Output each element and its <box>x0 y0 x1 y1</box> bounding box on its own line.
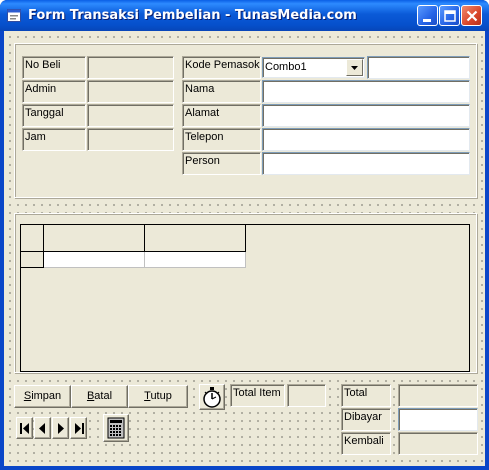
data-control <box>103 414 129 442</box>
nav-next-button[interactable] <box>52 417 69 439</box>
grid-column-header[interactable] <box>44 225 145 252</box>
total-item-label: Total Item <box>230 384 285 407</box>
stopwatch-icon <box>203 387 221 408</box>
telepon-label: Telepon <box>182 128 261 151</box>
minimize-button[interactable] <box>417 5 438 26</box>
admin-label: Admin <box>22 80 86 103</box>
kode-pemasok-label: Kode Pemasok <box>182 56 261 79</box>
total-item-value <box>287 384 326 407</box>
no-beli-label: No Beli <box>22 56 86 79</box>
jam-label: Jam <box>22 128 86 151</box>
kode-pemasok-combo-value: Combo1 <box>265 61 307 73</box>
nama-input[interactable] <box>262 80 470 103</box>
nav-first-button[interactable] <box>16 417 33 439</box>
nama-label: Nama <box>182 80 261 103</box>
grid-column-header[interactable] <box>145 225 246 252</box>
grid-corner-cell <box>21 225 44 252</box>
chevron-down-icon <box>351 66 358 70</box>
person-input[interactable] <box>262 152 470 175</box>
nav-prev-button[interactable] <box>34 417 51 439</box>
calculator-icon <box>107 417 125 439</box>
skip-first-icon <box>20 423 29 434</box>
window-frame-bottom <box>0 466 489 470</box>
close-icon <box>466 10 478 22</box>
title-bar[interactable]: Form Transaksi Pembelian - TunasMedia.co… <box>0 0 489 31</box>
total-value <box>398 384 478 407</box>
admin-value <box>87 80 174 103</box>
tanggal-label: Tanggal <box>22 104 86 127</box>
dibayar-input[interactable] <box>398 408 478 431</box>
minimize-icon <box>423 19 431 22</box>
kembali-label: Kembali <box>341 432 391 455</box>
simpan-button[interactable]: Simpan <box>14 385 71 408</box>
no-beli-value <box>87 56 174 79</box>
next-icon <box>58 423 64 434</box>
maximize-button[interactable] <box>439 5 460 26</box>
window-frame-right <box>485 31 489 470</box>
grid-cell[interactable] <box>145 252 246 268</box>
skip-last-icon <box>75 423 84 434</box>
window-title: Form Transaksi Pembelian - TunasMedia.co… <box>28 8 357 23</box>
kembali-value <box>398 432 478 455</box>
tutup-button[interactable]: Tutup <box>128 385 188 408</box>
person-label: Person <box>182 152 261 175</box>
nav-last-button[interactable] <box>70 417 87 439</box>
combo-dropdown-button[interactable] <box>346 59 363 76</box>
close-button[interactable] <box>461 5 482 26</box>
jam-value <box>87 128 174 151</box>
grid-cell[interactable] <box>44 252 145 268</box>
previous-icon <box>39 423 45 434</box>
telepon-input[interactable] <box>262 128 470 151</box>
tanggal-value <box>87 104 174 127</box>
total-label: Total <box>341 384 391 407</box>
kode-pemasok-combo[interactable]: Combo1 <box>262 57 365 78</box>
maximize-icon <box>444 10 456 22</box>
grid-row-header[interactable] <box>21 252 44 268</box>
dibayar-label: Dibayar <box>341 408 391 431</box>
alamat-input[interactable] <box>262 104 470 127</box>
detail-data-grid[interactable] <box>20 224 470 372</box>
alamat-label: Alamat <box>182 104 261 127</box>
kode-pemasok-input[interactable] <box>367 56 470 79</box>
timer-control <box>199 384 225 410</box>
form-icon <box>7 9 21 22</box>
batal-button[interactable]: Batal <box>71 385 128 408</box>
